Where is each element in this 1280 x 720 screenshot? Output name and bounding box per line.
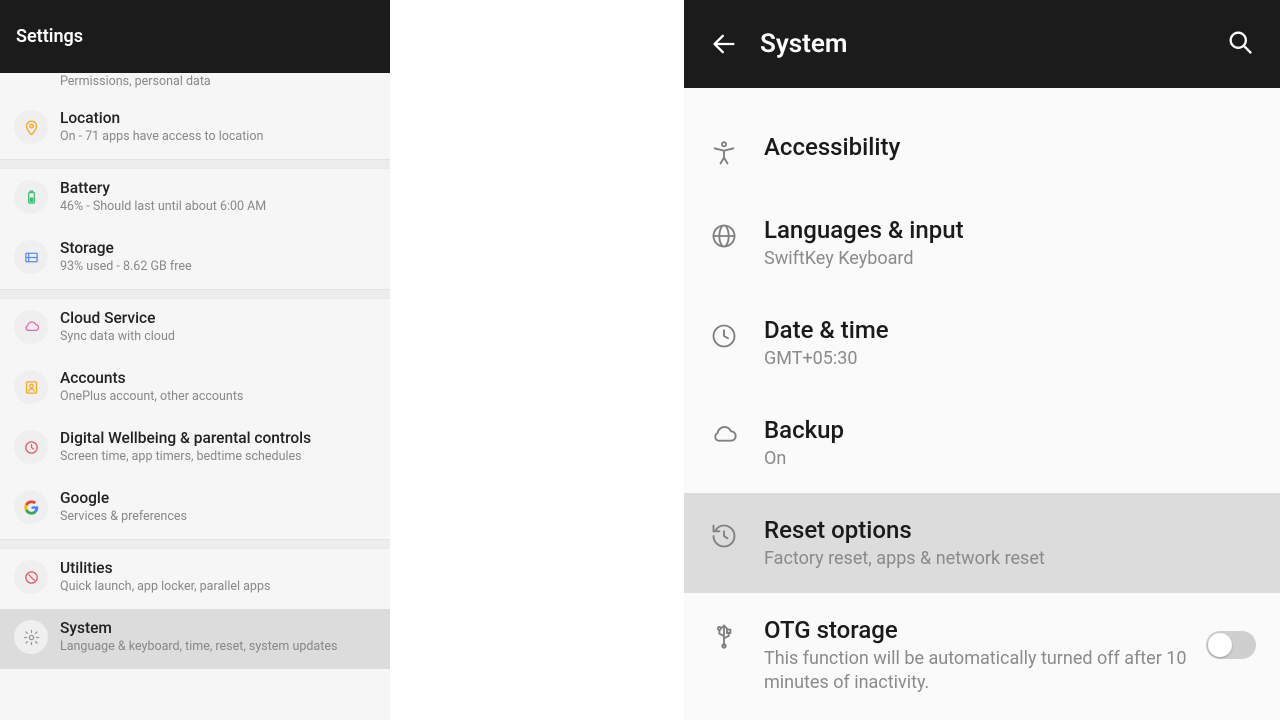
item-title: Backup	[764, 415, 1262, 445]
system-icon	[14, 620, 48, 654]
settings-item[interactable]: Storage93% used - 8.62 GB free	[0, 229, 390, 289]
item-subtitle: 93% used - 8.62 GB free	[60, 259, 376, 275]
settings-item[interactable]: Cloud ServiceSync data with cloud	[0, 299, 390, 359]
item-subtitle: Permissions, personal data	[60, 74, 376, 90]
item-subtitle: On	[764, 447, 1262, 471]
globe-icon	[706, 218, 742, 254]
settings-item[interactable]: Permissions, personal data	[0, 73, 390, 99]
utilities-icon	[14, 560, 48, 594]
search-icon	[1226, 28, 1254, 56]
usb-icon	[706, 618, 742, 654]
item-subtitle: Language & keyboard, time, reset, system…	[60, 639, 376, 655]
restore-icon	[706, 518, 742, 554]
system-pane: System Accessibility Languages & inputSwi…	[684, 0, 1280, 720]
section-divider	[0, 289, 390, 299]
item-title: Accounts	[60, 368, 376, 388]
search-button[interactable]	[1220, 22, 1260, 66]
system-item[interactable]: Accessibility	[684, 110, 1280, 193]
item-subtitle: Screen time, app timers, bedtime schedul…	[60, 449, 376, 465]
item-subtitle: OnePlus account, other accounts	[60, 389, 376, 405]
pane-gap	[390, 0, 684, 720]
google-icon	[14, 490, 48, 524]
item-subtitle: Services & preferences	[60, 509, 376, 525]
system-list: Accessibility Languages & inputSwiftKey K…	[684, 88, 1280, 720]
account-icon	[14, 370, 48, 404]
item-title: Utilities	[60, 558, 376, 578]
item-title: Digital Wellbeing & parental controls	[60, 428, 376, 448]
section-divider	[0, 539, 390, 549]
system-item[interactable]: Reset optionsFactory reset, apps & netwo…	[684, 493, 1280, 593]
battery-icon	[14, 180, 48, 214]
item-subtitle: On - 71 apps have access to location	[60, 129, 376, 145]
item-title: Storage	[60, 238, 376, 258]
item-title: OTG storage	[764, 615, 1206, 645]
cloud-icon	[706, 418, 742, 454]
item-subtitle: Factory reset, apps & network reset	[764, 547, 1262, 571]
clock-icon	[706, 318, 742, 354]
item-title: Languages & input	[764, 215, 1262, 245]
wellbeing-icon	[14, 430, 48, 464]
item-subtitle: GMT+05:30	[764, 347, 1262, 371]
back-arrow-icon	[710, 30, 738, 58]
location-icon	[14, 110, 48, 144]
settings-item[interactable]: Digital Wellbeing & parental controlsScr…	[0, 419, 390, 479]
settings-item[interactable]: AccountsOnePlus account, other accounts	[0, 359, 390, 419]
settings-item[interactable]: LocationOn - 71 apps have access to loca…	[0, 99, 390, 159]
item-title: Accessibility	[764, 132, 1262, 162]
system-title: System	[760, 29, 1220, 59]
cloud-icon	[14, 310, 48, 344]
item-subtitle: SwiftKey Keyboard	[764, 247, 1262, 271]
settings-item[interactable]: SystemLanguage & keyboard, time, reset, …	[0, 609, 390, 669]
item-title: Date & time	[764, 315, 1262, 345]
settings-item[interactable]: UtilitiesQuick launch, app locker, paral…	[0, 549, 390, 609]
item-subtitle: Sync data with cloud	[60, 329, 376, 345]
settings-list: Permissions, personal data LocationOn - 7…	[0, 73, 390, 720]
section-divider	[0, 159, 390, 169]
settings-pane: Settings Permissions, personal data Locat…	[0, 0, 390, 720]
system-item[interactable]: Date & timeGMT+05:30	[684, 293, 1280, 393]
item-title: Cloud Service	[60, 308, 376, 328]
back-button[interactable]	[704, 30, 744, 58]
system-item[interactable]: Languages & inputSwiftKey Keyboard	[684, 193, 1280, 293]
settings-item[interactable]: Battery46% - Should last until about 6:0…	[0, 169, 390, 229]
item-title: Google	[60, 488, 376, 508]
settings-item[interactable]: GoogleServices & preferences	[0, 479, 390, 539]
otg-toggle[interactable]	[1206, 631, 1256, 659]
system-item[interactable]: OTG storageThis function will be automat…	[684, 593, 1280, 717]
system-item[interactable]: BackupOn	[684, 393, 1280, 493]
system-header: System	[684, 0, 1280, 88]
storage-icon	[14, 240, 48, 274]
item-subtitle: 46% - Should last until about 6:00 AM	[60, 199, 376, 215]
accessibility-icon	[706, 135, 742, 171]
settings-title: Settings	[16, 26, 83, 47]
item-subtitle: Quick launch, app locker, parallel apps	[60, 579, 376, 595]
item-title: Reset options	[764, 515, 1262, 545]
item-title: Location	[60, 108, 376, 128]
item-title: Battery	[60, 178, 376, 198]
item-subtitle: This function will be automatically turn…	[764, 647, 1206, 695]
item-title: System	[60, 618, 376, 638]
settings-header: Settings	[0, 0, 390, 73]
